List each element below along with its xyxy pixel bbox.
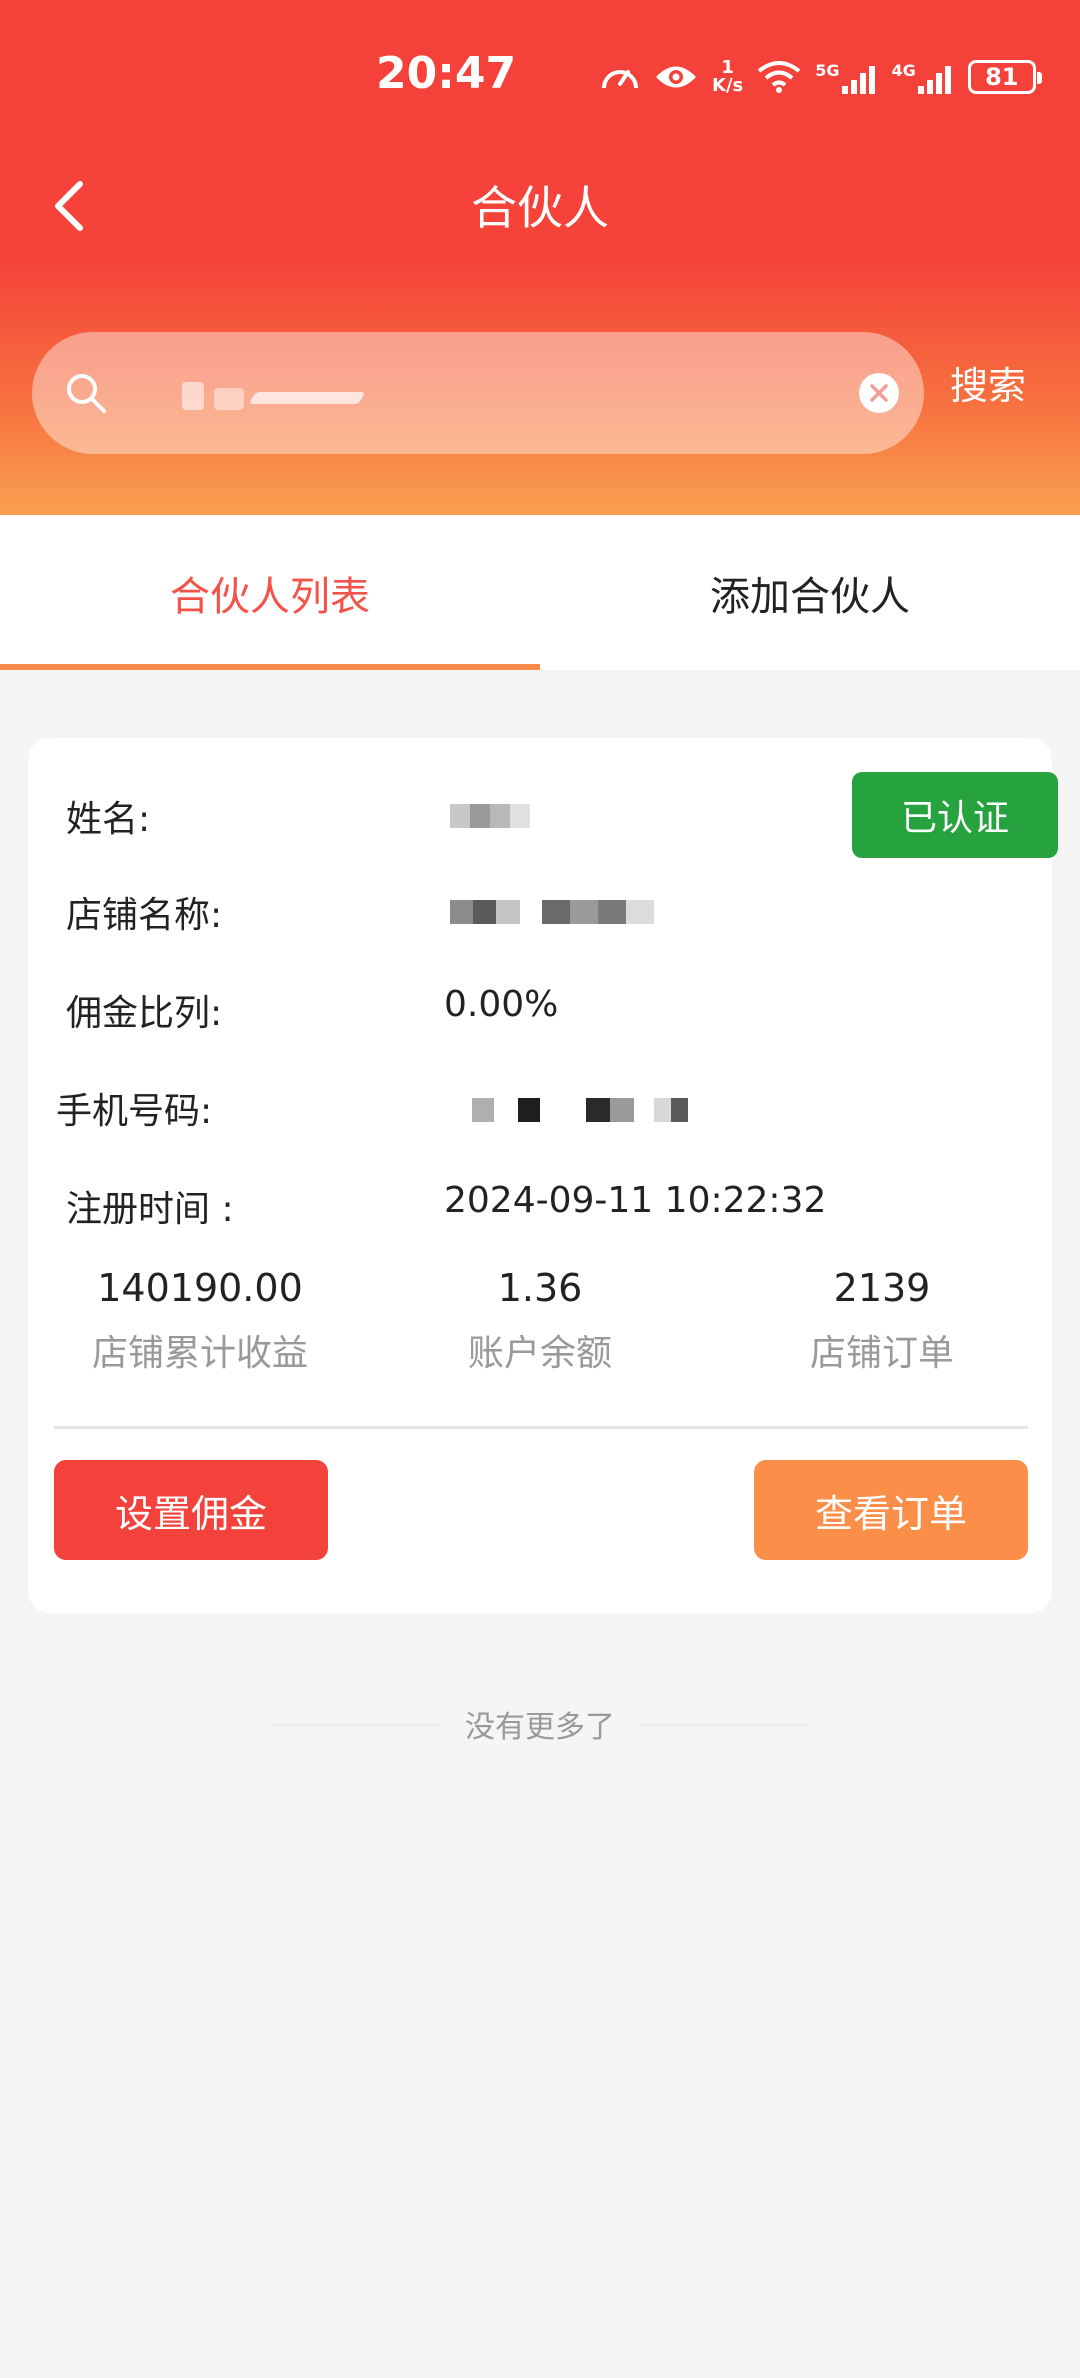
- redacted-search-text: [182, 382, 204, 410]
- tab-add-partner-label: 添加合伙人: [710, 573, 910, 620]
- set-commission-button[interactable]: 设置佣金: [54, 1460, 328, 1560]
- tab-bar: 合伙人列表 添加合伙人: [0, 515, 1080, 670]
- register-row: 注册时间 : 2024-09-11 10:22:32: [28, 1180, 1052, 1240]
- phone-row: 手机号码:: [28, 1082, 1052, 1142]
- partner-card: 姓名: 已认证 店铺名称: 佣金比列: 0.00% 手机号码: 注册时间 : 2…: [28, 738, 1058, 1613]
- stat-store-orders-value: 2139: [833, 1266, 931, 1310]
- redacted-store-name: [542, 900, 654, 924]
- stat-total-earnings-value: 140190.00: [97, 1266, 303, 1310]
- name-label: 姓名:: [66, 799, 151, 840]
- status-icons: 1 K/s 5G 4G 81: [600, 52, 1042, 102]
- tab-add-partner[interactable]: 添加合伙人: [540, 515, 1080, 670]
- stat-total-earnings: 140190.00 店铺累计收益: [30, 1266, 370, 1376]
- stat-account-balance: 1.36 账户余额: [370, 1266, 710, 1376]
- register-label: 注册时间 :: [66, 1189, 234, 1230]
- stat-store-orders: 2139 店铺订单: [712, 1266, 1052, 1376]
- speedometer-icon: [600, 60, 640, 94]
- register-value: 2024-09-11 10:22:32: [444, 1180, 827, 1221]
- status-bar: 20:47 1 K/s 5G 4G 81: [0, 0, 1080, 150]
- battery-level: 81: [985, 63, 1019, 91]
- no-more-text: 没有更多了: [465, 1710, 615, 1745]
- stats-row: 140190.00 店铺累计收益 1.36 账户余额 2139 店铺订单: [28, 1266, 1052, 1376]
- net-speed: 1 K/s: [712, 59, 743, 95]
- redacted-name: [450, 804, 530, 828]
- store-name-label: 店铺名称:: [66, 895, 223, 936]
- card-divider: [54, 1426, 1028, 1429]
- view-orders-button[interactable]: 查看订单: [754, 1460, 1028, 1560]
- phone-label: 手机号码:: [56, 1091, 213, 1132]
- redacted-phone: [518, 1098, 540, 1122]
- tab-partner-list-label: 合伙人列表: [170, 573, 370, 620]
- network-label-4g: 4G: [891, 60, 916, 80]
- search-icon: [62, 369, 110, 421]
- nav-bar: 合伙人: [0, 150, 1080, 260]
- commission-value: 0.00%: [444, 984, 559, 1025]
- redacted-phone: [586, 1098, 634, 1122]
- commission-row: 佣金比列: 0.00%: [28, 984, 1052, 1044]
- network-label-5g: 5G: [815, 60, 840, 80]
- redacted-phone: [472, 1098, 494, 1122]
- redacted-store-name: [450, 900, 520, 924]
- battery-icon: 81: [967, 60, 1042, 94]
- search-box[interactable]: [32, 332, 924, 454]
- clear-icon[interactable]: [858, 372, 900, 414]
- redacted-search-text: [214, 388, 244, 410]
- search-input[interactable]: [142, 360, 866, 428]
- page-title: 合伙人: [471, 181, 609, 235]
- wifi-icon: [757, 61, 801, 93]
- redacted-phone: [654, 1098, 688, 1122]
- tab-partner-list[interactable]: 合伙人列表: [0, 515, 540, 670]
- store-name-row: 店铺名称:: [28, 886, 1052, 946]
- status-time: 20:47: [376, 48, 517, 99]
- stat-total-earnings-label: 店铺累计收益: [91, 1333, 308, 1374]
- stat-account-balance-value: 1.36: [497, 1266, 583, 1310]
- net-speed-unit: K/s: [712, 75, 744, 96]
- signal-icon-4g: 4G: [892, 61, 954, 94]
- verified-badge: 已认证: [852, 772, 1058, 858]
- redacted-search-text: [248, 392, 366, 404]
- stat-store-orders-label: 店铺订单: [809, 1333, 954, 1374]
- signal-icon-5g: 5G: [815, 61, 877, 94]
- stat-account-balance-label: 账户余额: [467, 1333, 612, 1374]
- tab-active-indicator: [0, 664, 540, 670]
- search-button[interactable]: 搜索: [950, 355, 1026, 410]
- eye-icon: [654, 62, 698, 92]
- header-background: 20:47 1 K/s 5G 4G 81 合伙人 搜索: [0, 0, 1080, 515]
- commission-label: 佣金比列:: [66, 993, 223, 1034]
